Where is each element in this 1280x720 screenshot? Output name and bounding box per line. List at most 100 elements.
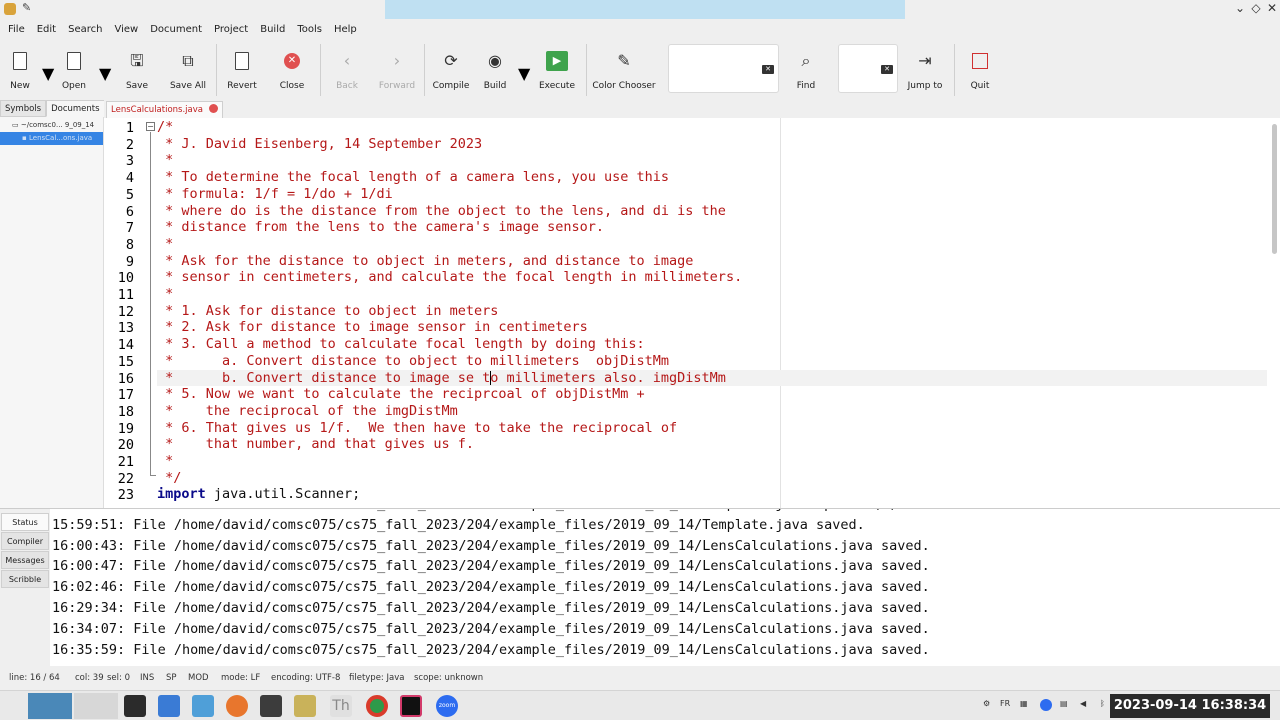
network-icon[interactable]: ⚙ <box>983 699 990 708</box>
build-button[interactable]: ◉ Build <box>465 40 525 100</box>
code-line[interactable]: * <box>157 236 173 253</box>
tab-scribble[interactable]: Scribble <box>1 570 49 588</box>
close-tab-icon[interactable] <box>209 104 218 113</box>
menu-edit[interactable]: Edit <box>31 19 62 40</box>
zoom-tray-icon[interactable]: ▦ <box>1020 699 1028 708</box>
forward-button[interactable]: › Forward <box>367 40 427 100</box>
volume-icon[interactable]: ◀ <box>1080 699 1086 708</box>
clock[interactable]: 2023-09-14 16:38:34 <box>1110 694 1270 718</box>
quit-button[interactable]: Quit <box>950 40 1010 100</box>
tab-documents[interactable]: Documents <box>46 100 105 117</box>
line-number: 21 <box>117 454 134 470</box>
menu-build[interactable]: Build <box>254 19 291 40</box>
code-line[interactable]: * 5. Now we want to calculate the recipr… <box>157 386 645 403</box>
tab-compiler[interactable]: Compiler <box>1 532 49 550</box>
search-field[interactable]: ✕ <box>668 44 779 93</box>
code-line[interactable]: * formula: 1/f = 1/do + 1/di <box>157 186 393 203</box>
log-line: 16:00:43: File /home/david/comsc075/cs75… <box>52 537 930 554</box>
code-line[interactable]: * sensor in centimeters, and calculate t… <box>157 269 742 286</box>
menu-file[interactable]: File <box>2 19 31 40</box>
code-line[interactable]: * J. David Eisenberg, 14 September 2023 <box>157 136 482 153</box>
folder-icon[interactable] <box>192 695 214 717</box>
tree-file-node[interactable]: ▪ LensCal...ons.java <box>0 132 103 145</box>
menu-icon[interactable] <box>28 693 72 719</box>
close-button[interactable]: ✕ Close <box>262 40 322 100</box>
color-chooser-button[interactable]: ✎ Color Chooser <box>584 40 664 100</box>
status-col: col: 39 <box>75 673 104 683</box>
maximize-button[interactable]: ◇ <box>1248 1 1264 15</box>
close-window-button[interactable]: ✕ <box>1264 1 1280 15</box>
terminal2-icon[interactable] <box>124 695 146 717</box>
menu-tools[interactable]: Tools <box>291 19 328 40</box>
terminal-icon[interactable] <box>74 693 118 719</box>
open-dropdown-icon[interactable]: ▼ <box>99 64 111 83</box>
code-line[interactable]: * distance from the lens to the camera's… <box>157 219 604 236</box>
build-dropdown-icon[interactable]: ▼ <box>518 64 530 83</box>
intellij-icon[interactable] <box>400 695 422 717</box>
code-line[interactable]: import java.util.Scanner; <box>157 486 360 503</box>
code-line[interactable]: * <box>157 453 173 470</box>
find-label: Find <box>796 81 816 91</box>
minimize-button[interactable]: ⌄ <box>1232 1 1248 15</box>
code-line[interactable]: * b. Convert distance to image se to mil… <box>157 370 726 387</box>
search-input[interactable] <box>669 45 746 92</box>
clipboard-icon[interactable]: ▤ <box>1060 699 1068 708</box>
tab-lenscalculations[interactable]: LensCalculations.java <box>106 101 223 118</box>
tab-symbols[interactable]: Symbols <box>0 100 47 117</box>
code-line[interactable]: * <box>157 286 173 303</box>
code-line[interactable]: * 6. That gives us 1/f. We then have to … <box>157 420 677 437</box>
zoom-icon[interactable]: zoom <box>436 695 458 717</box>
tab-status[interactable]: Status <box>1 513 49 531</box>
menu-help[interactable]: Help <box>328 19 363 40</box>
chrome-icon[interactable] <box>366 695 388 717</box>
code-line[interactable]: /* <box>157 119 173 136</box>
code-editor[interactable]: 1 2 3 4 5 6 7 8 9 10 11 12 13 14 15 16 17 18 19 20 21 22 23 − … <box>104 118 1280 508</box>
code-line[interactable]: * 3. Call a method to calculate focal le… <box>157 336 645 353</box>
jump-to-input[interactable] <box>839 45 880 92</box>
tab-messages[interactable]: Messages <box>1 551 49 569</box>
bluetooth-icon[interactable]: ᛒ <box>1100 699 1105 708</box>
status-bar: line: 16 / 64 col: 39 sel: 0 INS SP MOD … <box>0 666 1280 690</box>
code-line[interactable]: * where do is the distance from the obje… <box>157 203 726 220</box>
terminal3-icon[interactable] <box>260 695 282 717</box>
code-line[interactable]: */ <box>157 470 181 487</box>
vertical-scrollbar[interactable] <box>1272 124 1277 254</box>
code-line[interactable]: * that number, and that gives us f. <box>157 436 474 453</box>
code-line[interactable]: * To determine the focal length of a cam… <box>157 169 669 186</box>
menu-document[interactable]: Document <box>144 19 208 40</box>
menu-view[interactable]: View <box>108 19 144 40</box>
clear-search-icon[interactable]: ✕ <box>762 65 774 74</box>
fold-toggle-icon[interactable]: − <box>146 122 155 131</box>
new-file-icon <box>13 52 27 70</box>
line-number: 5 <box>125 186 134 203</box>
geany-icon[interactable] <box>294 695 316 717</box>
code-line[interactable]: * 1. Ask for distance to object in meter… <box>157 303 498 320</box>
code-line[interactable]: * a. Convert distance to object to milli… <box>157 353 669 370</box>
find-button[interactable]: ⌕ Find <box>776 40 836 100</box>
status-log[interactable]: 15:59:51: File /home/david/comsc075/cs75… <box>52 509 1280 667</box>
execute-button[interactable]: ▶ Execute <box>527 40 587 100</box>
tray-language[interactable]: FR <box>1000 699 1010 708</box>
status-scope: scope: unknown <box>414 673 484 683</box>
text-icon[interactable]: Th <box>330 695 352 717</box>
code-line[interactable]: * Ask for the distance to object in mete… <box>157 253 693 270</box>
jump-to-button[interactable]: ⇥ Jump to <box>895 40 955 100</box>
menu-project[interactable]: Project <box>208 19 254 40</box>
files-icon[interactable] <box>158 695 180 717</box>
save-all-button[interactable]: ⧉ Save All <box>158 40 218 100</box>
code-line[interactable]: * <box>157 152 173 169</box>
code-area[interactable]: /* * J. David Eisenberg, 14 September 20… <box>157 118 1267 508</box>
clear-jump-icon[interactable]: ✕ <box>881 65 893 74</box>
code-line[interactable]: * the reciprocal of the imgDistMm <box>157 403 458 420</box>
jump-to-field[interactable]: ✕ <box>838 44 898 93</box>
open-button[interactable]: Open <box>44 40 104 100</box>
menu-search[interactable]: Search <box>62 19 108 40</box>
firefox-icon[interactable] <box>226 695 248 717</box>
tree-folder-node[interactable]: ▭ ~/comsc0... 9_09_14 <box>0 119 103 132</box>
code-line[interactable]: * 2. Ask for distance to image sensor in… <box>157 319 588 336</box>
forward-label: Forward <box>378 81 416 91</box>
pin-icon[interactable]: ✎ <box>22 1 31 14</box>
line-number: 9 <box>125 253 134 270</box>
zoom-app-tray-icon[interactable] <box>1040 699 1052 711</box>
tree-file-label: LensCal...ons.java <box>28 134 93 142</box>
